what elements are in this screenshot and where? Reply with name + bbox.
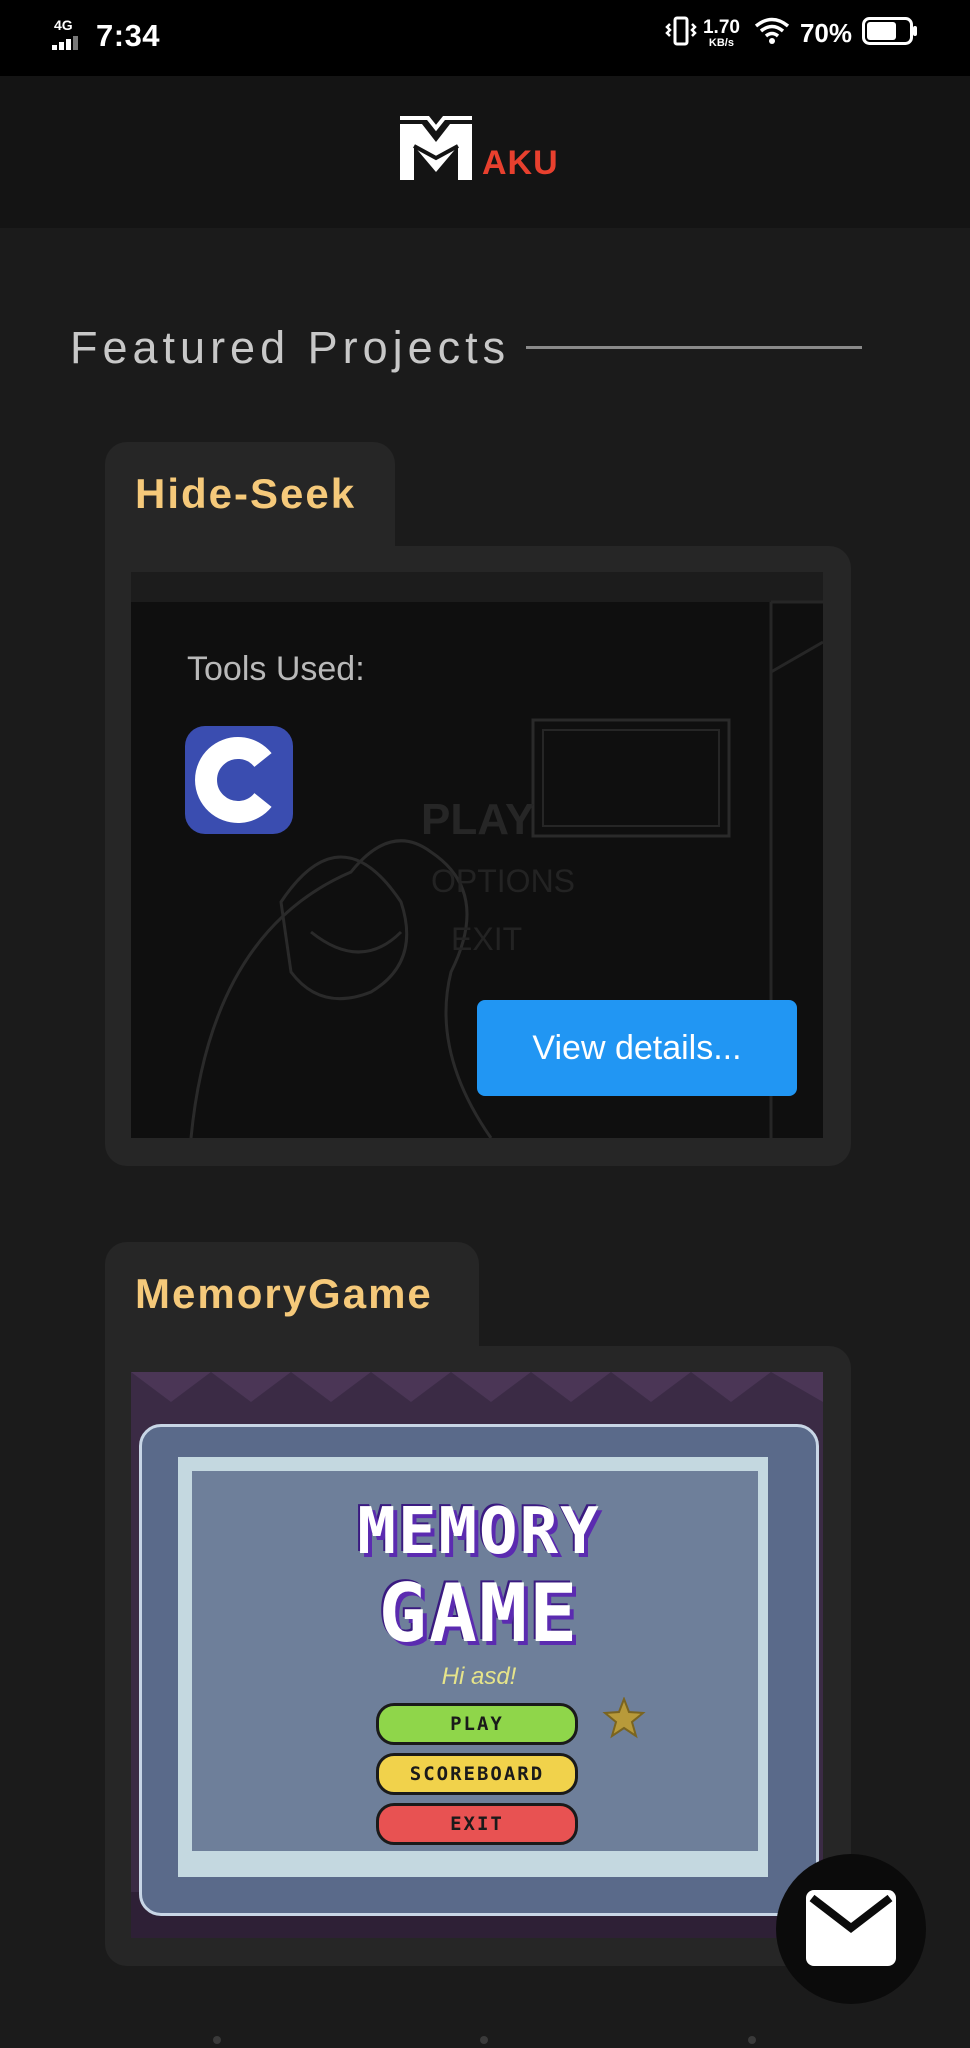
project-card: MEMORY GAME Hi asd! PLAY SCOREBOARD EXIT (105, 1346, 851, 1966)
game-title-line1: MEMORY (357, 1495, 601, 1569)
game-window: MEMORY GAME Hi asd! PLAY SCOREBOARD EXIT (139, 1424, 819, 1916)
game-exit-button: EXIT (376, 1803, 578, 1845)
project-preview[interactable]: MEMORY GAME Hi asd! PLAY SCOREBOARD EXIT (131, 1372, 823, 1938)
svg-text:EXIT: EXIT (451, 921, 522, 957)
page-dot (213, 2036, 221, 2044)
status-bar: 4G 7:34 1.70 KB/s 70% (0, 0, 970, 76)
battery-icon (862, 17, 918, 50)
game-title-line2: GAME (378, 1567, 580, 1660)
network-speed: 1.70 KB/s (702, 17, 740, 49)
section-divider (526, 346, 862, 349)
page-dot (480, 2036, 488, 2044)
wifi-icon (754, 17, 790, 50)
project-title: MemoryGame (135, 1270, 433, 1317)
tools-used-label: Tools Used: (187, 650, 365, 688)
vibrate-icon (665, 16, 697, 51)
contact-mail-button[interactable] (776, 1854, 926, 2004)
project-title: Hide-Seek (135, 470, 357, 517)
project-preview: PLAY OPTIONS EXIT Tools Used: View detai… (131, 572, 823, 1138)
project-card-tab: MemoryGame (105, 1242, 479, 1348)
logo[interactable]: AKU (398, 116, 559, 187)
app-header: AKU (0, 76, 970, 228)
star-icon (602, 1696, 646, 1744)
game-greeting: Hi asd! (441, 1663, 517, 1690)
network-type: 4G (54, 17, 73, 33)
status-time: 7:34 (96, 18, 161, 53)
c-language-icon (185, 726, 293, 834)
view-details-button[interactable]: View details... (477, 1000, 797, 1096)
logo-m-icon (398, 116, 474, 187)
project-card-tab: Hide-Seek (105, 442, 395, 548)
battery-percent: 70% (799, 18, 852, 48)
project-card: PLAY OPTIONS EXIT Tools Used: View detai… (105, 546, 851, 1166)
svg-text:OPTIONS: OPTIONS (431, 863, 575, 899)
game-scoreboard-button: SCOREBOARD (376, 1753, 578, 1795)
logo-text: AKU (482, 144, 559, 182)
section-title: Featured Projects (70, 322, 511, 373)
svg-text:PLAY: PLAY (421, 795, 534, 844)
signal-icon: 4G (52, 18, 86, 54)
page-dot (748, 2036, 756, 2044)
game-play-button: PLAY (376, 1703, 578, 1745)
